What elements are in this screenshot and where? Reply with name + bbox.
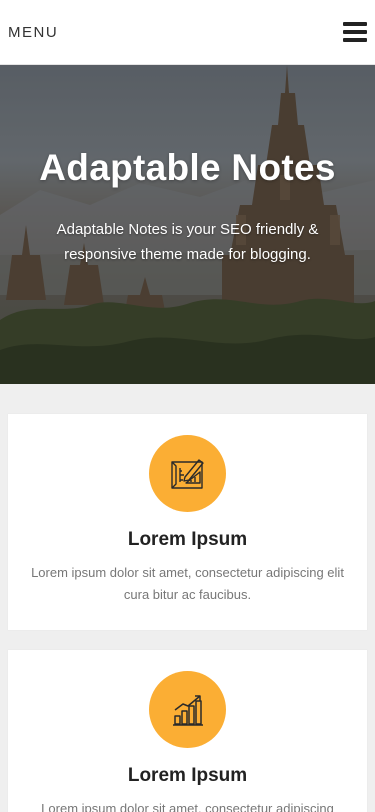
hero-banner: Adaptable Notes Adaptable Notes is your … [0,65,375,384]
feature-card: Lorem Ipsum Lorem ipsum dolor sit amet, … [8,414,367,630]
feature-card: Lorem Ipsum Lorem ipsum dolor sit amet, … [8,650,367,812]
design-pencil-icon [149,435,226,512]
hero-content: Adaptable Notes Adaptable Notes is your … [0,147,375,267]
hamburger-line [343,22,367,26]
feature-text: Lorem ipsum dolor sit amet, consectetur … [31,565,344,602]
hamburger-icon[interactable] [343,22,367,42]
hamburger-line [343,38,367,42]
feature-title: Lorem Ipsum [127,529,248,550]
growth-chart-icon [149,671,226,748]
top-bar: MENU [0,0,375,65]
hero-subtitle: Adaptable Notes is your SEO friendly & r… [56,221,319,263]
hero-title: Adaptable Notes [39,147,336,188]
feature-title: Lorem Ipsum [127,765,248,786]
feature-cards: Lorem Ipsum Lorem ipsum dolor sit amet, … [0,384,375,812]
hamburger-line [343,30,367,34]
feature-text: Lorem ipsum dolor sit amet, consectetur … [41,801,334,812]
menu-label[interactable]: MENU [8,24,58,41]
